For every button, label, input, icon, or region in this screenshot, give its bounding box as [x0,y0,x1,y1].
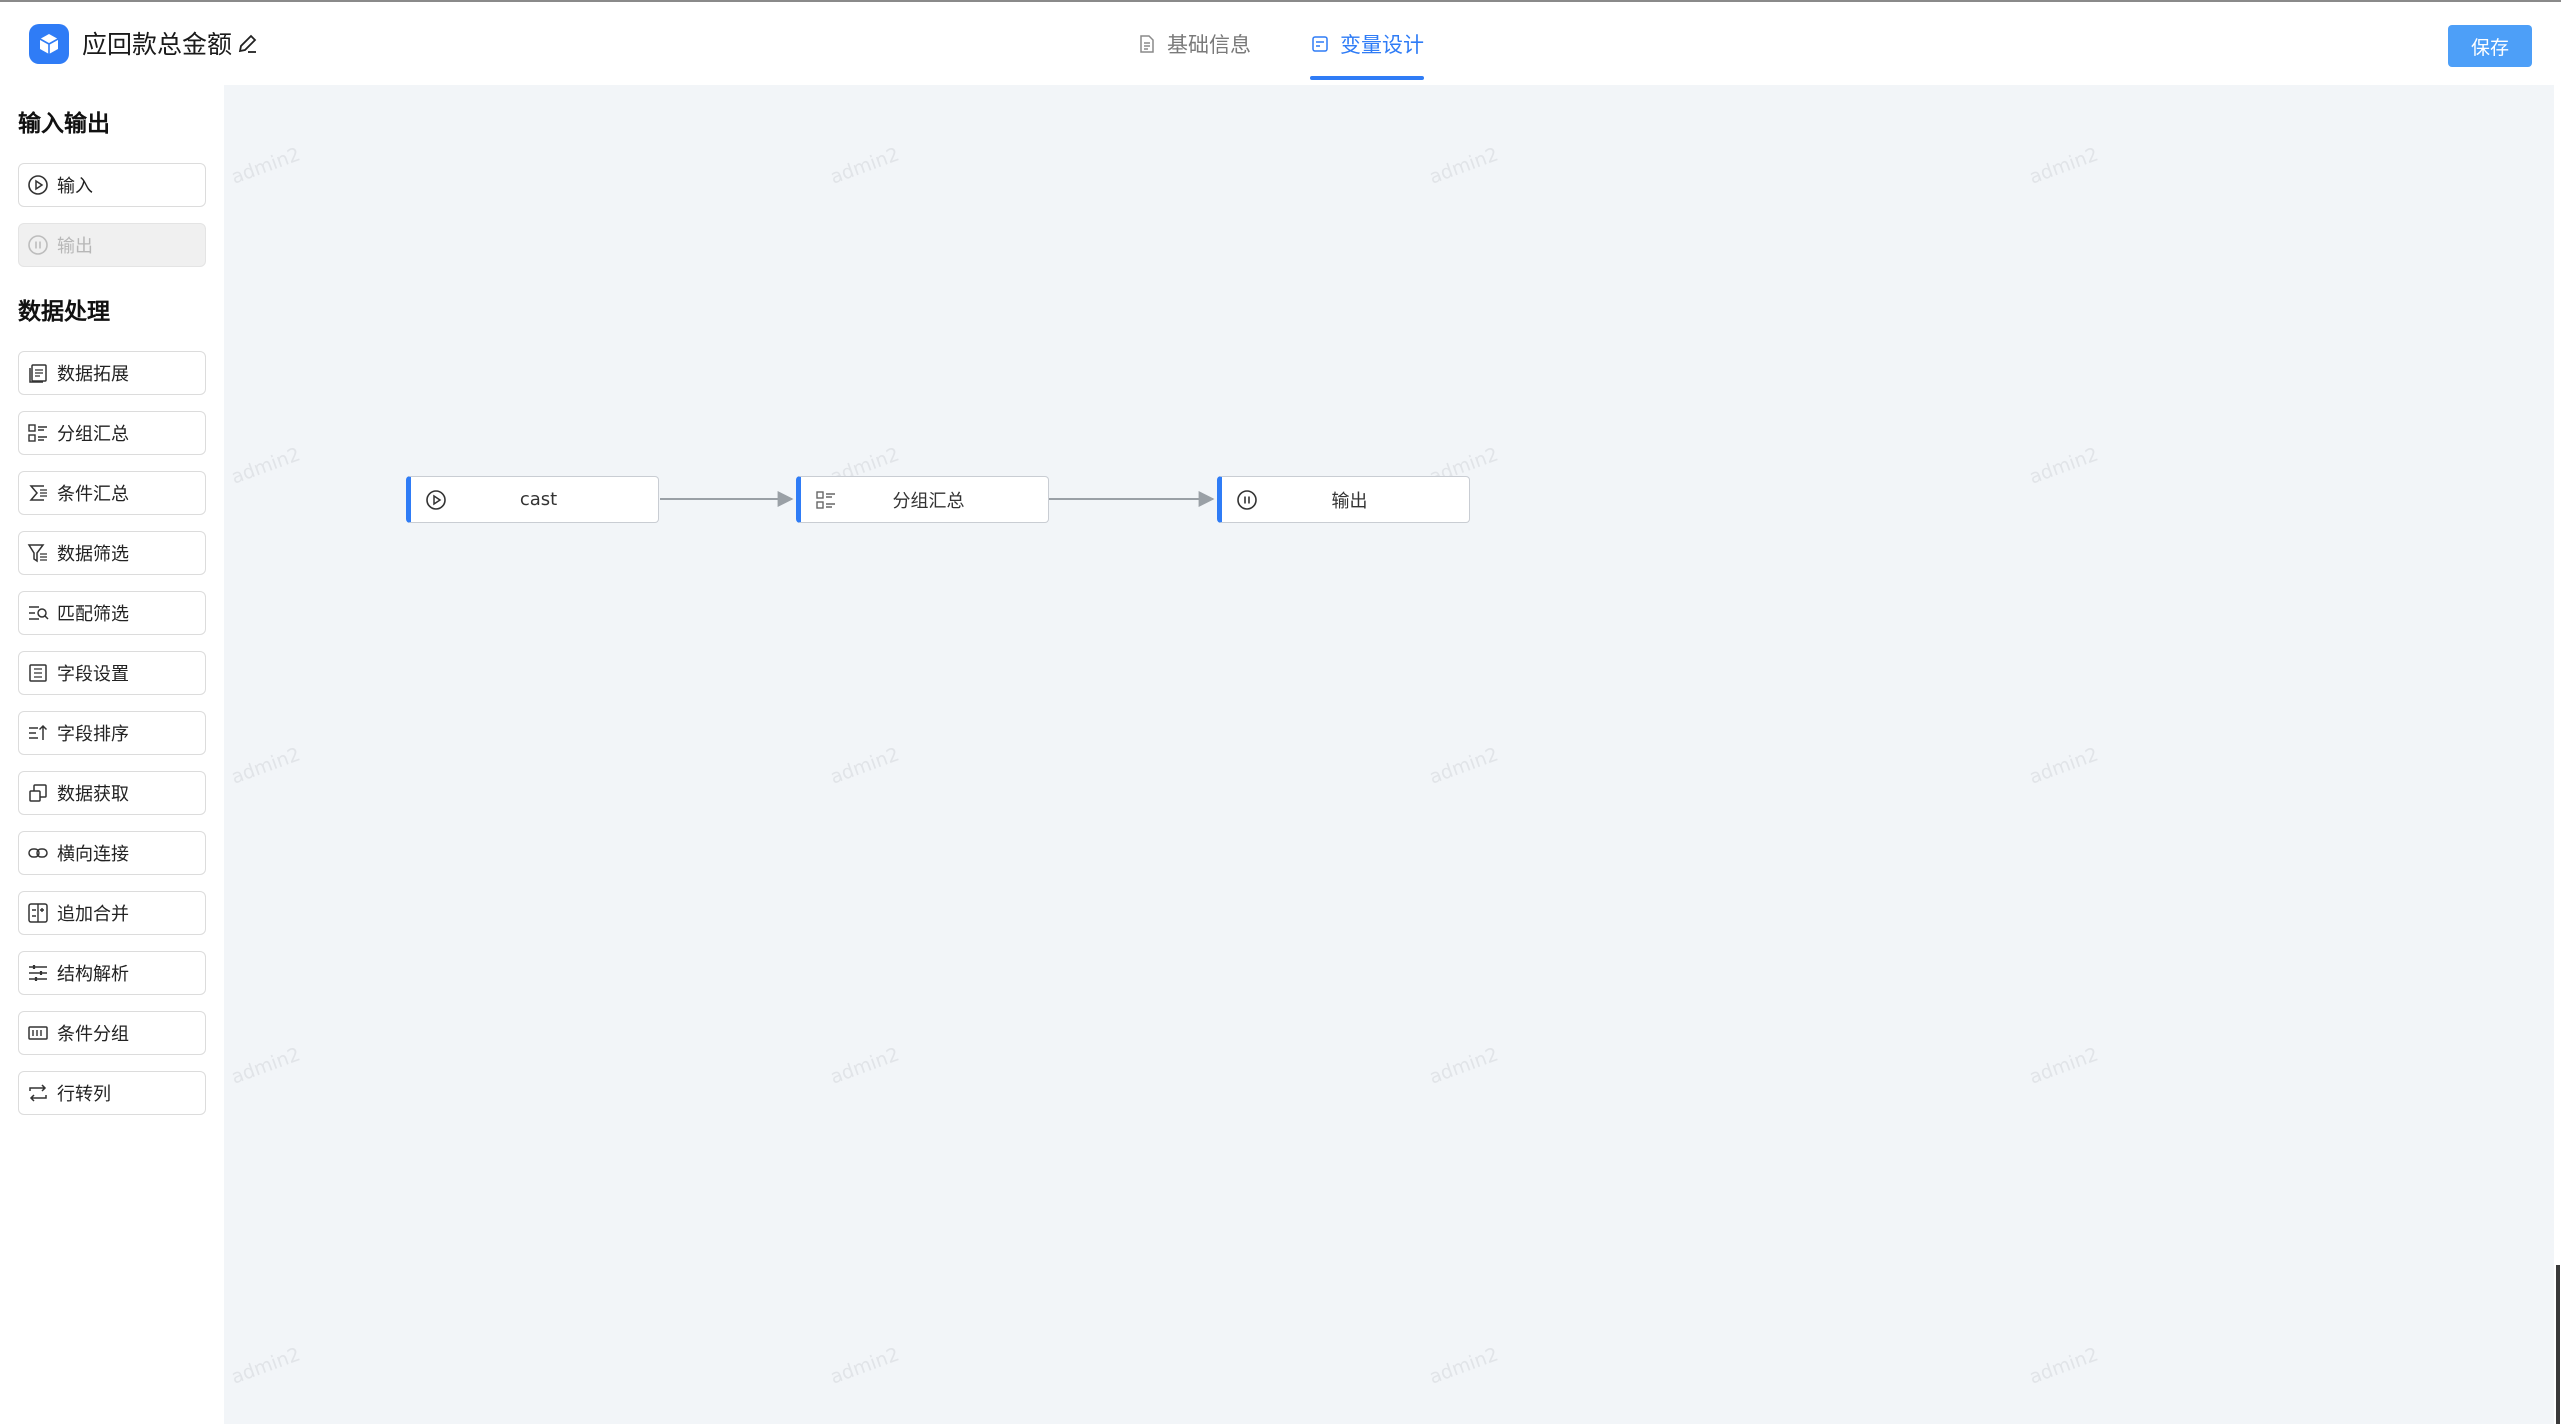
tool-data-fetch[interactable]: 数据获取 [18,771,206,815]
active-tab-indicator [1310,76,1424,80]
pause-circle-icon [28,235,48,255]
canvas-scrollbar-track[interactable] [2554,85,2561,1424]
merge-icon [28,903,48,923]
document-icon [1140,35,1154,53]
tool-label: 输入 [57,176,93,197]
pause-circle-icon [1237,490,1257,510]
tool-condition-group[interactable]: 条件分组 [18,1011,206,1055]
tool-label: 字段设置 [57,664,129,685]
design-icon [1312,36,1328,52]
node-label: 输出 [1331,490,1368,512]
tool-label: 字段排序 [57,724,129,745]
flow-node-group-summary[interactable]: 分组汇总 [796,476,1049,523]
page-title: 应回款总金额 [82,30,233,59]
tool-label: 横向连接 [57,844,129,865]
link-icon [28,848,48,858]
canvas-scrollbar-thumb[interactable] [2556,1265,2560,1424]
tool-label: 匹配筛选 [57,604,129,625]
tab-variable-design[interactable]: 变量设计 [1310,22,1424,80]
tab-basic-info[interactable]: 基础信息 [1137,22,1251,80]
tool-structure-parse[interactable]: 结构解析 [18,951,206,995]
tab-basic-info-label: 基础信息 [1167,33,1251,57]
app-logo-icon [29,24,69,64]
filter-icon [27,544,47,563]
tool-append-merge[interactable]: 追加合并 [18,891,206,935]
tool-label: 条件汇总 [57,484,129,505]
flow-node-cast[interactable]: cast [406,476,659,523]
row-to-column-icon [29,1084,47,1102]
match-filter-icon [29,606,49,620]
group-list-icon [816,491,835,509]
sliders-icon [29,965,47,981]
tool-label: 追加合并 [57,904,129,925]
flow-edges [660,491,1215,507]
tool-group-summary[interactable]: 分组汇总 [18,411,206,455]
data-fetch-icon [29,784,47,802]
node-palette-sidebar: 输入输出 输入 输出 数据处理 数据拓展 分组汇总 条件汇总 数据筛选 匹配筛选… [0,85,224,1424]
tool-output: 输出 [18,223,206,267]
play-circle-icon [28,175,48,195]
section-title-processing: 数据处理 [18,299,110,325]
tool-field-sort[interactable]: 字段排序 [18,711,206,755]
tool-field-settings[interactable]: 字段设置 [18,651,206,695]
tab-variable-design-label: 变量设计 [1340,33,1424,57]
tool-label: 数据获取 [57,784,129,805]
tool-input[interactable]: 输入 [18,163,206,207]
tool-data-filter[interactable]: 数据筛选 [18,531,206,575]
group-list-icon [28,424,47,442]
tool-condition-summary[interactable]: 条件汇总 [18,471,206,515]
play-circle-icon [426,490,446,510]
tool-label: 数据拓展 [57,364,129,385]
sigma-icon [29,485,47,501]
field-settings-icon [29,664,47,682]
tool-match-filter[interactable]: 匹配筛选 [18,591,206,635]
condition-group-icon [28,1026,48,1040]
top-header: 应回款总金额 基础信息 变量设计 保存 [0,0,2561,85]
tool-label: 结构解析 [57,964,129,985]
section-title-io: 输入输出 [18,111,110,137]
tool-horizontal-join[interactable]: 横向连接 [18,831,206,875]
tool-row-to-column[interactable]: 行转列 [18,1071,206,1115]
sort-icon [29,724,48,740]
edit-icon[interactable] [235,32,259,56]
tool-label: 数据筛选 [57,544,129,565]
table-expand-icon [29,364,47,383]
save-button[interactable]: 保存 [2448,25,2532,67]
tool-label: 分组汇总 [57,424,129,445]
tool-label: 行转列 [57,1084,111,1105]
node-label: 分组汇总 [892,490,965,512]
flow-canvas[interactable]: admin2 admin2 admin2 admin2 admin2 admin… [224,85,2554,1424]
node-label: cast [519,489,558,510]
tool-label: 条件分组 [57,1024,129,1045]
tool-data-expand[interactable]: 数据拓展 [18,351,206,395]
flow-node-output[interactable]: 输出 [1217,476,1470,523]
tool-label: 输出 [57,236,93,257]
